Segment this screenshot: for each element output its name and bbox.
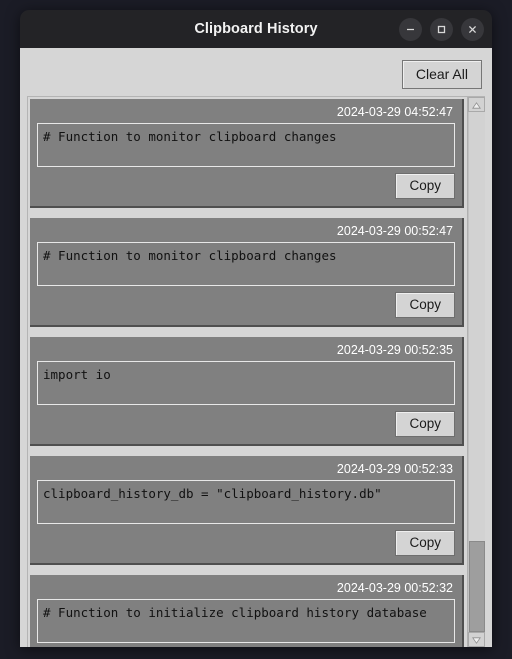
history-entry-card: 2024-03-29 00:52:47 # Function to monitor… xyxy=(30,218,464,327)
toolbar: Clear All xyxy=(27,55,485,96)
scroll-down-button[interactable] xyxy=(468,632,485,647)
entry-timestamp: 2024-03-29 04:52:47 xyxy=(336,105,453,119)
window-title: Clipboard History xyxy=(194,21,318,37)
entry-content-text[interactable]: # Function to initialize clipboard histo… xyxy=(37,599,455,643)
copy-button[interactable]: Copy xyxy=(395,173,455,199)
vertical-scrollbar[interactable] xyxy=(467,97,485,647)
triangle-down-icon xyxy=(472,631,481,648)
maximize-icon xyxy=(436,24,447,35)
entry-actions: Copy xyxy=(37,286,455,318)
clipboard-history-window: Clipboard History Clear All 2024-03-29 0… xyxy=(20,10,492,647)
entry-actions: Copy xyxy=(37,524,455,556)
history-entry-card: 2024-03-29 04:52:47 # Function to monitor… xyxy=(30,99,464,208)
clear-all-button[interactable]: Clear All xyxy=(401,60,482,89)
window-titlebar[interactable]: Clipboard History xyxy=(20,10,492,48)
desktop-background: Clipboard History Clear All 2024-03-29 0… xyxy=(0,0,512,659)
triangle-up-icon xyxy=(472,96,481,114)
entry-actions: Copy xyxy=(37,643,455,647)
copy-button[interactable]: Copy xyxy=(395,411,455,437)
history-entry-card: 2024-03-29 00:52:33 clipboard_history_db … xyxy=(30,456,464,565)
history-entry-card: 2024-03-29 00:52:35 import io Copy xyxy=(30,337,464,446)
entry-content-text[interactable]: # Function to monitor clipboard changes xyxy=(37,242,455,286)
minimize-icon xyxy=(405,24,416,35)
minimize-button[interactable] xyxy=(399,17,422,41)
entry-content-text[interactable]: # Function to monitor clipboard changes xyxy=(37,123,455,167)
close-button[interactable] xyxy=(461,17,484,41)
entry-actions: Copy xyxy=(37,167,455,199)
history-entry-card: 2024-03-29 00:52:32 # Function to initial… xyxy=(30,575,464,647)
scrollbar-track[interactable] xyxy=(468,112,485,632)
entry-actions: Copy xyxy=(37,405,455,437)
window-content: Clear All 2024-03-29 04:52:47 # Function … xyxy=(20,48,492,647)
entry-timestamp: 2024-03-29 00:52:32 xyxy=(336,581,453,595)
scroll-up-button[interactable] xyxy=(468,97,485,112)
scrollbar-thumb[interactable] xyxy=(469,541,485,632)
entry-content-text[interactable]: clipboard_history_db = "clipboard_histor… xyxy=(37,480,455,524)
history-scroll-area: 2024-03-29 04:52:47 # Function to monitor… xyxy=(27,96,485,647)
entry-timestamp: 2024-03-29 00:52:35 xyxy=(336,343,453,357)
entry-content-text[interactable]: import io xyxy=(37,361,455,405)
history-list: 2024-03-29 04:52:47 # Function to monitor… xyxy=(28,97,467,647)
copy-button[interactable]: Copy xyxy=(395,292,455,318)
entry-timestamp: 2024-03-29 00:52:47 xyxy=(336,224,453,238)
entry-timestamp: 2024-03-29 00:52:33 xyxy=(336,462,453,476)
window-controls xyxy=(399,10,484,48)
close-icon xyxy=(467,24,478,35)
copy-button[interactable]: Copy xyxy=(395,530,455,556)
maximize-button[interactable] xyxy=(430,17,453,41)
